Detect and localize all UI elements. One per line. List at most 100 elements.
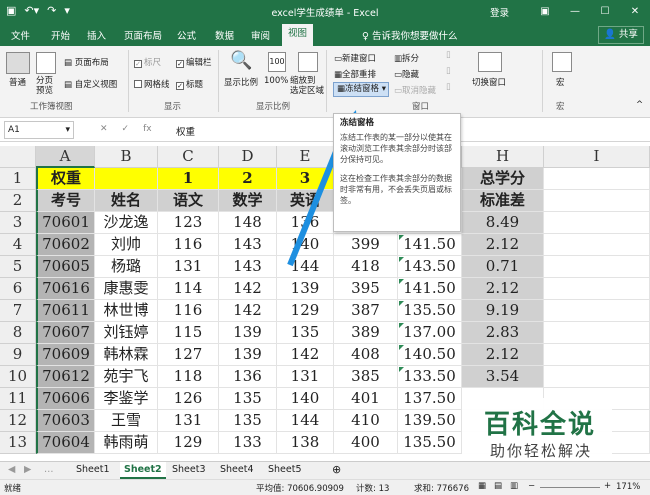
- tab-insert[interactable]: 插入: [87, 28, 106, 42]
- normal-view-icon[interactable]: [6, 52, 30, 74]
- normal-view-button[interactable]: 普通: [9, 76, 26, 88]
- cell-i4[interactable]: [544, 234, 650, 256]
- maximize-icon[interactable]: ☐: [590, 0, 620, 24]
- cell-b8[interactable]: 刘钰婷: [95, 322, 158, 344]
- gridlines-checkbox[interactable]: 网格线: [134, 78, 170, 90]
- cell-c1[interactable]: 1: [158, 168, 219, 190]
- row-header-6[interactable]: 6: [0, 278, 36, 300]
- cell-i3[interactable]: [544, 212, 650, 234]
- cell-i1[interactable]: [544, 168, 650, 190]
- column-header-e[interactable]: E: [277, 146, 334, 168]
- sheet-tab-4[interactable]: Sheet4: [216, 462, 258, 479]
- hide-button[interactable]: ▭隐藏: [394, 68, 419, 80]
- cell-e12[interactable]: 144: [277, 410, 334, 432]
- zoom-button[interactable]: 显示比例: [224, 76, 258, 88]
- custom-views-button[interactable]: ▤ 自定义视图: [64, 78, 117, 90]
- cell-b6[interactable]: 康惠雯: [95, 278, 158, 300]
- macros-icon[interactable]: [552, 52, 572, 72]
- sheet-tab-3[interactable]: Sheet3: [168, 462, 210, 479]
- cell-b5[interactable]: 杨璐: [95, 256, 158, 278]
- select-all-corner[interactable]: [0, 146, 36, 168]
- page-break-status-icon[interactable]: ▥: [510, 481, 518, 491]
- cell-h3[interactable]: 8.49: [462, 212, 544, 234]
- column-header-d[interactable]: D: [219, 146, 277, 168]
- cell-h9[interactable]: 2.12: [462, 344, 544, 366]
- cell-b7[interactable]: 林世博: [95, 300, 158, 322]
- arrange-all-button[interactable]: ▦全部重排: [334, 68, 376, 80]
- cell-i7[interactable]: [544, 300, 650, 322]
- cell-g4[interactable]: 141.50: [398, 234, 462, 256]
- switch-windows-icon[interactable]: [478, 52, 502, 72]
- cell-d3[interactable]: 148: [219, 212, 277, 234]
- cell-f11[interactable]: 401: [334, 388, 398, 410]
- zoom-out-icon[interactable]: −: [528, 481, 535, 491]
- cell-i6[interactable]: [544, 278, 650, 300]
- cell-g12[interactable]: 139.50: [398, 410, 462, 432]
- cell-g7[interactable]: 135.50: [398, 300, 462, 322]
- enter-icon[interactable]: ✓: [122, 124, 130, 134]
- cell-h8[interactable]: 2.83: [462, 322, 544, 344]
- prev-sheet-icon[interactable]: ◀: [4, 462, 19, 479]
- cell-e5[interactable]: 144: [277, 256, 334, 278]
- sheet-tab-5[interactable]: Sheet5: [264, 462, 306, 479]
- zoom-selection-button[interactable]: 缩放到 选定区域: [290, 76, 324, 96]
- add-sheet-icon[interactable]: ⊕: [328, 462, 345, 479]
- cell-f12[interactable]: 410: [334, 410, 398, 432]
- cell-c9[interactable]: 127: [158, 344, 219, 366]
- view-side-by-side-icon[interactable]: ▯: [446, 50, 451, 60]
- cell-c13[interactable]: 129: [158, 432, 219, 454]
- login-link[interactable]: 登录: [490, 5, 509, 19]
- row-header-5[interactable]: 5: [0, 256, 36, 278]
- cell-e9[interactable]: 142: [277, 344, 334, 366]
- new-window-button[interactable]: ▭新建窗口: [334, 52, 376, 64]
- cell-e1[interactable]: 3: [277, 168, 334, 190]
- share-button[interactable]: 👤 共享: [598, 26, 644, 44]
- sync-scroll-icon[interactable]: ▯: [446, 66, 451, 76]
- row-header-7[interactable]: 7: [0, 300, 36, 322]
- cell-a5[interactable]: 70605: [36, 256, 95, 278]
- sheet-tab-2[interactable]: Sheet2: [120, 462, 166, 479]
- headings-checkbox[interactable]: ✓ 标题: [176, 78, 203, 90]
- page-layout-button[interactable]: ▤ 页面布局: [64, 56, 109, 68]
- split-button[interactable]: ▥拆分: [394, 52, 419, 64]
- cell-h1[interactable]: 总学分: [462, 168, 544, 190]
- cell-i5[interactable]: [544, 256, 650, 278]
- tab-home[interactable]: 开始: [51, 28, 70, 42]
- cell-g6[interactable]: 141.50: [398, 278, 462, 300]
- cell-e2[interactable]: 英语: [277, 190, 334, 212]
- cell-i8[interactable]: [544, 322, 650, 344]
- cell-c8[interactable]: 115: [158, 322, 219, 344]
- cell-b13[interactable]: 韩雨萌: [95, 432, 158, 454]
- cell-h10[interactable]: 3.54: [462, 366, 544, 388]
- tab-formulas[interactable]: 公式: [177, 28, 196, 42]
- cell-e13[interactable]: 138: [277, 432, 334, 454]
- cell-c12[interactable]: 131: [158, 410, 219, 432]
- cell-a3[interactable]: 70601: [36, 212, 95, 234]
- normal-view-status-icon[interactable]: ▦: [478, 481, 486, 491]
- row-header-3[interactable]: 3: [0, 212, 36, 234]
- cell-d4[interactable]: 143: [219, 234, 277, 256]
- cell-a7[interactable]: 70611: [36, 300, 95, 322]
- column-header-i[interactable]: I: [544, 146, 650, 168]
- tab-file[interactable]: 文件: [11, 28, 30, 42]
- name-box[interactable]: A1 ▾: [4, 121, 74, 139]
- cell-e10[interactable]: 131: [277, 366, 334, 388]
- cell-e8[interactable]: 135: [277, 322, 334, 344]
- tab-page-layout[interactable]: 页面布局: [124, 28, 162, 42]
- cell-b10[interactable]: 苑宇飞: [95, 366, 158, 388]
- freeze-panes-button[interactable]: ▦冻结窗格 ▾: [333, 82, 389, 97]
- zoom-slider[interactable]: [540, 487, 600, 488]
- row-header-11[interactable]: 11: [0, 388, 36, 410]
- cell-a9[interactable]: 70609: [36, 344, 95, 366]
- cell-b3[interactable]: 沙龙逸: [95, 212, 158, 234]
- cell-c4[interactable]: 116: [158, 234, 219, 256]
- minimize-icon[interactable]: —: [560, 0, 590, 24]
- page-break-icon[interactable]: [36, 52, 56, 74]
- cell-a2[interactable]: 考号: [36, 190, 95, 212]
- cell-c11[interactable]: 126: [158, 388, 219, 410]
- row-header-10[interactable]: 10: [0, 366, 36, 388]
- column-header-c[interactable]: C: [158, 146, 219, 168]
- zoom-in-icon[interactable]: +: [604, 481, 611, 491]
- cell-d11[interactable]: 135: [219, 388, 277, 410]
- cell-f7[interactable]: 387: [334, 300, 398, 322]
